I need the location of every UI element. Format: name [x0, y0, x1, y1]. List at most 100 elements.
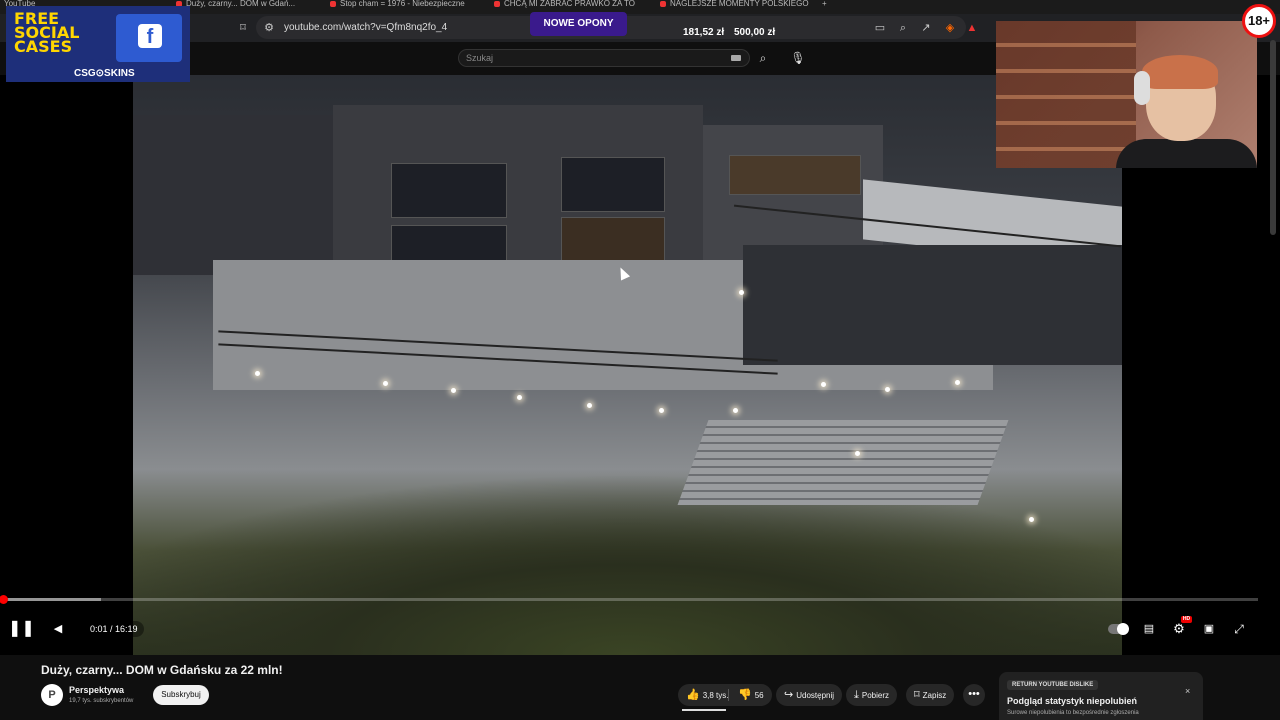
- save-label: Zapisz: [922, 691, 947, 700]
- page-scrollbar[interactable]: [1270, 40, 1276, 235]
- lamp-light: [885, 387, 890, 392]
- video-frame[interactable]: [133, 75, 1122, 655]
- window: [391, 163, 507, 218]
- tab-label: Stop cham = 1976 - Niebezpieczne: [340, 0, 465, 8]
- age-rating-badge: 18+: [1242, 4, 1276, 38]
- building-left-wing: [133, 115, 333, 275]
- lamp-light: [383, 381, 388, 386]
- brave-shield-icon[interactable]: ◈: [943, 21, 957, 35]
- download-icon: ⤓: [854, 689, 859, 701]
- thumbs-up-icon: 👍: [686, 689, 700, 701]
- volume-icon[interactable]: ◀: [50, 619, 66, 639]
- browser-tab[interactable]: NAGLEJSZE MOMENTY POLSKIEGO: [660, 0, 810, 10]
- window: [561, 157, 665, 212]
- bookmark-icon[interactable]: ⌑: [236, 21, 250, 35]
- pause-icon[interactable]: ❚❚: [8, 619, 35, 639]
- lamp-light: [451, 388, 456, 393]
- lamp-light: [733, 408, 738, 413]
- url-text: youtube.com/watch?v=Qfm8nq2fo_4: [284, 22, 448, 33]
- more-actions-icon[interactable]: •••: [963, 684, 985, 706]
- headphones-icon: [1134, 71, 1150, 105]
- microphone-icon[interactable]: 🎙: [788, 49, 808, 67]
- lamp-light: [821, 382, 826, 387]
- ryd-subtitle: Surowe niepolubienia to bezpośrednie zgł…: [1007, 710, 1139, 716]
- progress-scrubber[interactable]: [0, 595, 8, 604]
- share-label: Udostępnij: [796, 691, 835, 700]
- share-arrow-icon: ↪: [784, 689, 794, 701]
- facebook-icon: f: [138, 24, 162, 48]
- rewards-icon[interactable]: ▲: [965, 21, 979, 35]
- video-title: Duży, czarny... DOM w Gdańsku za 22 mln!: [41, 663, 283, 677]
- price-label: 500,00 zł: [734, 27, 776, 38]
- new-tab-icon[interactable]: +: [822, 0, 832, 10]
- lamp-light: [517, 395, 522, 400]
- thumbs-down-icon: 👎: [738, 689, 752, 701]
- youtube-favicon-icon: [330, 0, 336, 7]
- like-count: 3,8 tys.: [702, 691, 729, 700]
- like-button[interactable]: 👍 3,8 tys.: [678, 684, 737, 706]
- building-lower-block: [743, 245, 1122, 365]
- lamp-light: [739, 290, 744, 295]
- browser-tab[interactable]: CHCĄ MI ZABRAĆ PRAWKO ZA TO: [494, 0, 644, 10]
- save-playlist-icon: ⌑: [914, 689, 920, 701]
- ryd-popup: RETURN YOUTUBE DISLIKE Podgląd statystyk…: [999, 672, 1203, 720]
- price-label: 181,52 zł: [683, 27, 725, 38]
- site-info-icon[interactable]: ⚙: [262, 21, 276, 35]
- bookshelf: [996, 21, 1136, 168]
- subtitles-icon[interactable]: ▤: [1140, 619, 1158, 639]
- ad-gift-box-image: f: [116, 14, 182, 62]
- share-icon[interactable]: ↗: [919, 21, 933, 35]
- theater-mode-icon[interactable]: ▣: [1200, 619, 1218, 639]
- ryd-title: Podgląd statystyk niepolubień: [1007, 696, 1138, 706]
- search-placeholder: Szukaj: [466, 53, 494, 63]
- download-label: Pobierz: [861, 691, 889, 700]
- hd-badge: HD: [1181, 616, 1192, 623]
- lamp-light: [955, 380, 960, 385]
- youtube-favicon-icon: [494, 0, 500, 7]
- search-input[interactable]: Szukaj: [458, 49, 750, 67]
- subscribe-button[interactable]: Subskrybuj: [153, 685, 209, 705]
- streamer-webcam: [996, 21, 1257, 168]
- ryd-tag: RETURN YOUTUBE DISLIKE: [1007, 680, 1099, 690]
- ad-headline-line: CASES: [14, 37, 73, 56]
- browser-tabstrip: YouTube Duży, czarny... DOM w Gdań... St…: [0, 0, 1280, 14]
- lamp-light: [659, 408, 664, 413]
- autoplay-toggle[interactable]: [1108, 623, 1129, 635]
- progress-buffered: [0, 598, 101, 601]
- zoom-icon[interactable]: ⌕: [896, 21, 910, 35]
- install-app-icon[interactable]: ▭: [873, 21, 887, 35]
- sponsor-ad-overlay: FREE SOCIAL CASES f CSG⊙SKINS: [6, 6, 190, 82]
- browser-tab-active[interactable]: Duży, czarny... DOM w Gdań...: [176, 0, 308, 10]
- fullscreen-icon[interactable]: ⤢: [1230, 619, 1248, 639]
- channel-name[interactable]: Perspektywa: [69, 685, 124, 695]
- ad-brand-logo: CSG⊙SKINS: [74, 68, 135, 79]
- time-display: 0:01 / 16:19: [84, 621, 144, 637]
- progress-bar[interactable]: [0, 595, 1258, 604]
- close-icon[interactable]: ×: [1185, 686, 1190, 696]
- search-icon[interactable]: ⌕: [752, 49, 774, 67]
- share-button[interactable]: ↪ Udostępnij: [776, 684, 843, 706]
- promo-banner: NOWE OPONY: [530, 12, 627, 36]
- tab-label: CHCĄ MI ZABRAĆ PRAWKO ZA TO: [504, 0, 635, 8]
- like-ratio-bar: [682, 709, 726, 711]
- tab-label: NAGLEJSZE MOMENTY POLSKIEGO: [670, 0, 809, 8]
- streamer-hair: [1142, 55, 1218, 89]
- lamp-light: [255, 371, 260, 376]
- lamp-light: [1029, 517, 1034, 522]
- ad-headline: FREE SOCIAL CASES: [14, 11, 79, 56]
- dislike-button[interactable]: 👎 56: [730, 684, 772, 706]
- window: [729, 155, 861, 195]
- streamer-shirt: [1116, 139, 1257, 168]
- dislike-count: 56: [754, 691, 764, 700]
- download-button[interactable]: ⤓ Pobierz: [846, 684, 897, 706]
- stairs: [677, 420, 1009, 505]
- save-button[interactable]: ⌑ Zapisz: [906, 684, 955, 706]
- channel-avatar[interactable]: P: [41, 684, 63, 706]
- tab-label: Duży, czarny... DOM w Gdań...: [186, 0, 296, 8]
- youtube-favicon-icon: [660, 0, 666, 7]
- subscriber-count: 19,7 tys. subskrybentów: [69, 698, 134, 704]
- lamp-light: [587, 403, 592, 408]
- keyboard-icon[interactable]: [731, 55, 741, 61]
- browser-tab[interactable]: Stop cham = 1976 - Niebezpieczne: [330, 0, 480, 10]
- lamp-light: [855, 451, 860, 456]
